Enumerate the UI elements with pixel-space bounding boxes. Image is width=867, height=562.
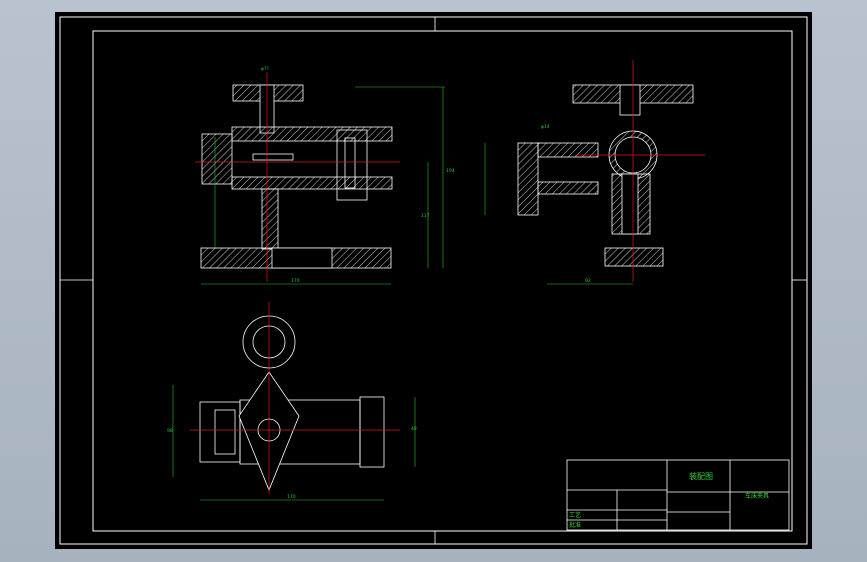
dim-side-diam: φ14 — [541, 124, 550, 130]
dim-side-bottom: 92 — [585, 278, 591, 284]
label-approve: 批准 — [569, 521, 581, 529]
label-process: 工艺 — [569, 511, 581, 519]
side-section-view[interactable]: 92 φ14 — [484, 60, 705, 285]
dim-front-right: 194 — [446, 168, 455, 174]
dim-front-bottom: 170 — [291, 278, 300, 284]
cad-drawing-canvas[interactable]: 194 117 170 φ?? 92 φ14 170 98 48 装配图 车床夹… — [55, 12, 812, 549]
dim-plan-right: 48 — [411, 426, 417, 432]
dim-front-right-2: 117 — [421, 213, 430, 219]
front-section-view[interactable]: 194 117 170 φ?? — [195, 66, 455, 285]
part-name: 车床夹具 — [745, 492, 769, 500]
drawing-name: 装配图 — [689, 471, 713, 481]
dim-front-top: φ?? — [261, 66, 269, 72]
dim-plan-height: 98 — [167, 428, 173, 434]
dim-plan-width: 170 — [287, 494, 296, 500]
title-block: 装配图 车床夹具 工艺 批准 — [566, 459, 790, 531]
drawing-frame — [59, 16, 808, 545]
plan-view[interactable]: 170 98 48 — [167, 302, 417, 501]
